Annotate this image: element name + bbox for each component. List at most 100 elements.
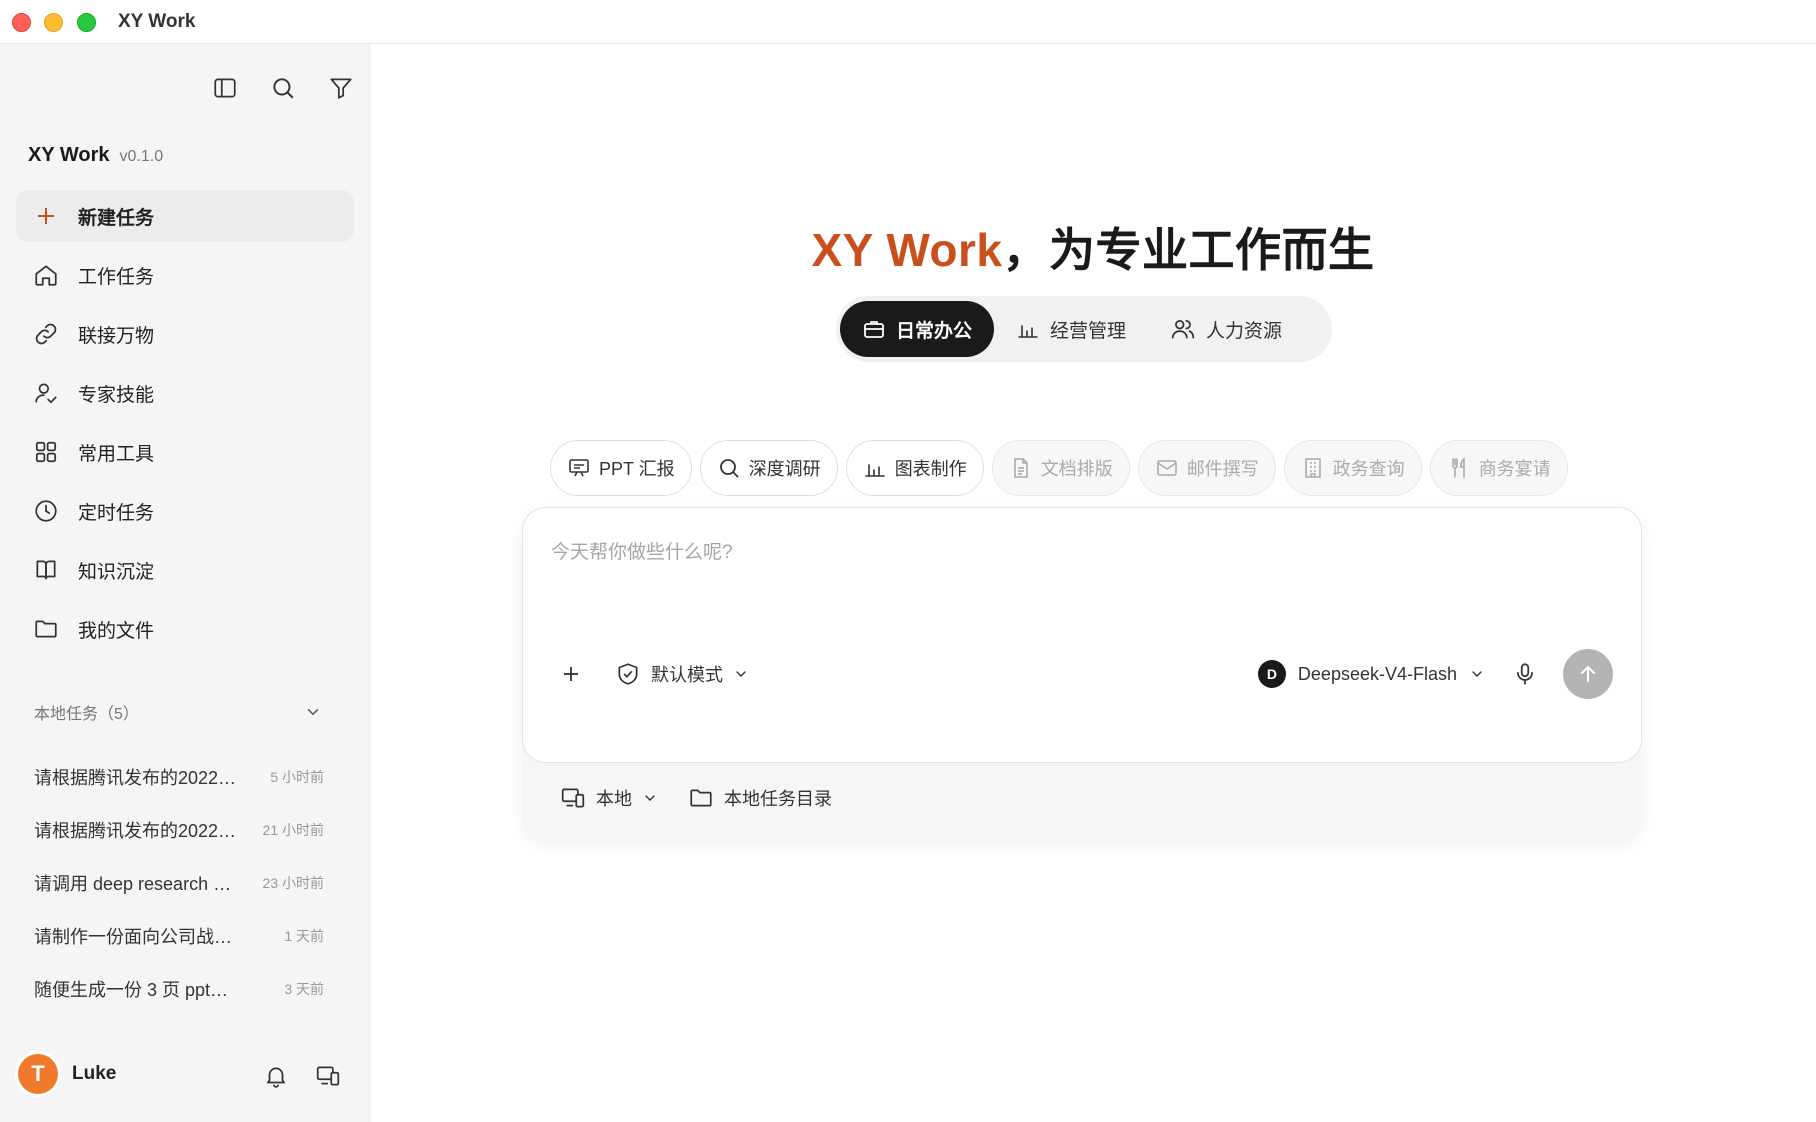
minimize-window-button[interactable] [44, 13, 63, 32]
model-name: Deepseek-V4-Flash [1297, 663, 1457, 684]
grid-icon [32, 438, 60, 466]
sidebar-item-expert-skills[interactable]: 专家技能 [16, 367, 354, 419]
chevron-down-icon [1472, 671, 1482, 677]
local-task-list: 请根据腾讯发布的2022… 5 小时前 请根据腾讯发布的2022… 21 小时前… [34, 750, 324, 1015]
prompt-input[interactable] [551, 542, 1551, 564]
sidebar-item-work-tasks[interactable]: 工作任务 [16, 249, 354, 301]
devices-button[interactable] [310, 1058, 346, 1094]
clock-icon [32, 497, 60, 525]
chip-deep-research[interactable]: 深度调研 [699, 440, 838, 496]
quick-action-chips: PPT 汇报 深度调研 图表制作 文档排版 邮件撰写 政务查询 商务宴请 [550, 440, 1568, 496]
plus-icon [32, 202, 60, 230]
book-icon [32, 556, 60, 584]
mail-icon [1156, 460, 1177, 476]
task-item[interactable]: 请制作一份面向公司战略… 1 天前 [34, 909, 324, 962]
utensils-icon [1451, 457, 1465, 478]
chip-label: PPT 汇报 [599, 459, 675, 479]
chip-government-query[interactable]: 政务查询 [1283, 440, 1422, 496]
tab-business-management[interactable]: 经营管理 [994, 301, 1148, 357]
plus-icon [564, 667, 578, 681]
chip-email-writing[interactable]: 邮件撰写 [1137, 440, 1276, 496]
user-profile[interactable]: T Luke [18, 1054, 116, 1094]
chip-ppt-report[interactable]: PPT 汇报 [550, 440, 692, 496]
sidebar-toggle-icon [214, 78, 236, 98]
voice-input-button[interactable] [1505, 654, 1545, 694]
chip-label: 商务宴请 [1478, 459, 1551, 479]
composer-toolbar: 默认模式 D Deepseek-V4-Flash [551, 648, 1613, 700]
main-content: XY Work，为专业工作而生 日常办公 经营管理 人力资源 PPT 汇报 深度… [370, 44, 1816, 1122]
task-item[interactable]: 请根据腾讯发布的2022… 21 小时前 [34, 803, 324, 856]
chip-chart-making[interactable]: 图表制作 [845, 440, 984, 496]
sidebar-item-knowledge[interactable]: 知识沉淀 [16, 544, 354, 596]
task-time: 23 小时前 [262, 874, 324, 891]
nav-label: 新建任务 [78, 207, 155, 229]
sidebar-item-tools[interactable]: 常用工具 [16, 426, 354, 478]
chip-document-layout[interactable]: 文档排版 [991, 440, 1130, 496]
document-icon [1013, 458, 1028, 478]
toggle-sidebar-button[interactable] [196, 68, 254, 108]
devices-icon [316, 1066, 340, 1086]
bar-chart-icon [864, 464, 885, 477]
chip-label: 图表制作 [894, 459, 967, 479]
user-check-icon [32, 379, 60, 407]
hero-rest: ，为专业工作而生 [1002, 224, 1375, 276]
location-selector[interactable]: 本地 [560, 785, 658, 811]
task-time: 5 小时前 [270, 768, 324, 785]
task-time: 3 天前 [284, 980, 324, 997]
chip-business-dining[interactable]: 商务宴请 [1429, 440, 1568, 496]
composer: 默认模式 D Deepseek-V4-Flash [522, 507, 1642, 763]
local-tasks-label: 本地任务（5） [34, 706, 139, 723]
model-selector[interactable]: D Deepseek-V4-Flash [1257, 660, 1485, 688]
tab-label: 日常办公 [896, 320, 973, 342]
nav-label: 工作任务 [78, 266, 155, 288]
nav-label: 定时任务 [78, 502, 155, 524]
task-title: 请调用 deep research … [34, 873, 232, 894]
task-item[interactable]: 请调用 deep research … 23 小时前 [34, 856, 324, 909]
notifications-button[interactable] [258, 1058, 294, 1094]
sidebar-item-my-files[interactable]: 我的文件 [16, 603, 354, 655]
category-tabs: 日常办公 经营管理 人力资源 [836, 296, 1332, 362]
sidebar-item-connect[interactable]: 联接万物 [16, 308, 354, 360]
window-title: XY Work [118, 11, 196, 32]
brand: XY Work v0.1.0 [28, 144, 163, 167]
chevron-down-icon [645, 795, 655, 801]
users-icon [1171, 320, 1195, 339]
chip-label: 文档排版 [1040, 459, 1113, 479]
task-directory-button[interactable]: 本地任务目录 [688, 785, 832, 811]
sidebar: XY Work v0.1.0 新建任务 工作任务 联接万物 专家技能 常用工具 … [0, 44, 370, 1122]
send-button[interactable] [1563, 649, 1613, 699]
zoom-window-button[interactable] [77, 13, 96, 32]
new-task-button[interactable]: 新建任务 [16, 190, 354, 242]
task-title: 请根据腾讯发布的2022… [34, 820, 237, 841]
filter-button[interactable] [312, 68, 370, 108]
link-icon [32, 320, 60, 348]
home-icon [32, 261, 60, 289]
task-time: 21 小时前 [262, 821, 324, 838]
add-attachment-button[interactable] [551, 654, 591, 694]
nav-label: 我的文件 [78, 620, 155, 642]
nav-label: 常用工具 [78, 443, 155, 465]
sidebar-nav: 新建任务 工作任务 联接万物 专家技能 常用工具 定时任务 知识沉淀 我的文件 [16, 190, 354, 662]
directory-label: 本地任务目录 [724, 789, 832, 809]
tab-human-resources[interactable]: 人力资源 [1148, 301, 1304, 357]
tab-label: 经营管理 [1050, 320, 1127, 342]
composer-panel: 默认模式 D Deepseek-V4-Flash [522, 507, 1642, 843]
shield-check-icon [618, 663, 638, 685]
hero-title: XY Work，为专业工作而生 [370, 214, 1816, 280]
tab-daily-office[interactable]: 日常办公 [840, 301, 995, 357]
task-item[interactable]: 随便生成一份 3 页 ppt，… 3 天前 [34, 962, 324, 1015]
mode-selector[interactable]: 默认模式 [615, 661, 749, 687]
sidebar-item-scheduled[interactable]: 定时任务 [16, 485, 354, 537]
local-tasks-header[interactable]: 本地任务（5） [34, 700, 322, 724]
title-bar: XY Work [0, 0, 1816, 44]
search-icon [273, 78, 294, 99]
brand-version: v0.1.0 [119, 148, 164, 165]
briefcase-icon [864, 321, 884, 338]
mode-label: 默认模式 [651, 665, 723, 685]
task-item[interactable]: 请根据腾讯发布的2022… 5 小时前 [34, 750, 324, 803]
user-name: Luke [72, 1063, 117, 1084]
close-window-button[interactable] [12, 13, 31, 32]
model-badge: D [1257, 660, 1286, 688]
chevron-down-icon [736, 671, 746, 677]
search-button[interactable] [254, 68, 312, 108]
